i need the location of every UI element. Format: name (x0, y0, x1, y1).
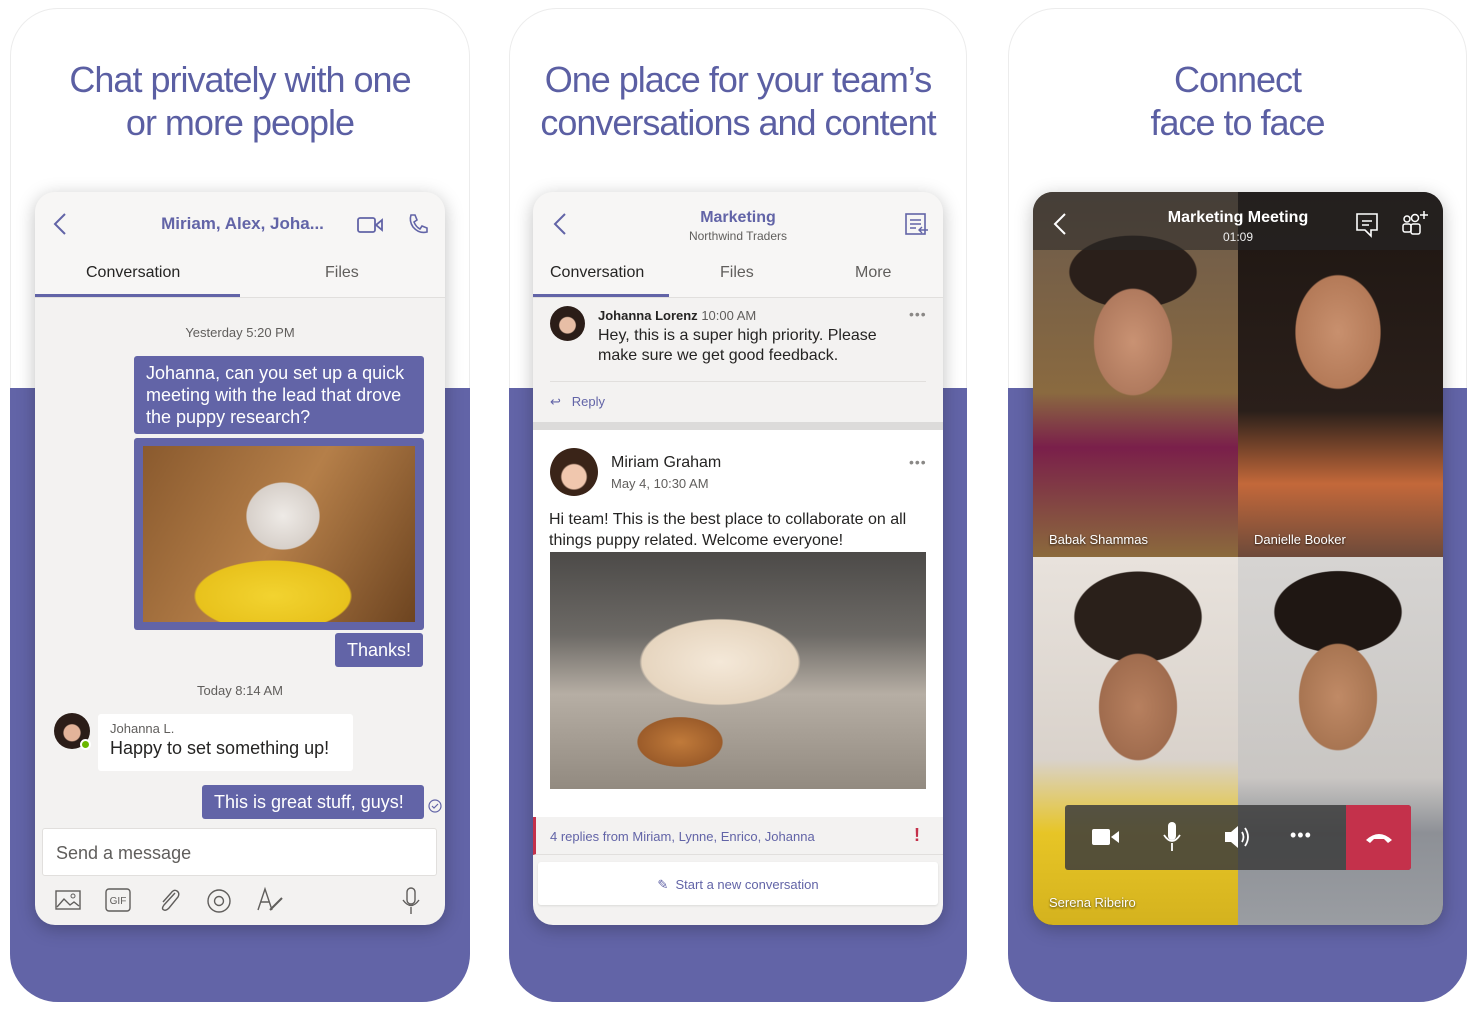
tab-files[interactable]: Files (325, 264, 359, 282)
participant-name: Babak Shammas (1049, 532, 1148, 547)
speaker-icon[interactable] (1223, 823, 1253, 851)
headline-line: Connect (1173, 59, 1302, 100)
post-header: Johanna Lorenz 10:00 AM (598, 308, 756, 323)
panel-chat: Chat privately with one or more people M… (10, 8, 470, 1002)
received-message: Johanna L. Happy to set something up! (98, 714, 353, 771)
message-text: Happy to set something up! (110, 738, 330, 758)
mic-icon[interactable] (401, 887, 421, 915)
mention-icon[interactable] (206, 888, 232, 914)
meeting-header: Marketing Meeting 01:09 (1033, 192, 1443, 250)
priority-icon: ! (914, 825, 920, 845)
channel-header: Marketing Northwind Traders Conversation… (533, 192, 943, 298)
reply-label: Reply (571, 394, 605, 409)
panel-meeting: Connect face to face Babak Shammas Danie… (1008, 8, 1467, 1002)
sent-message: Thanks! (335, 633, 424, 667)
timestamp: Today 8:14 AM (197, 683, 283, 698)
phone-screen-channel: Marketing Northwind Traders Conversation… (533, 192, 943, 925)
chat-header: Miriam, Alex, Joha... Conversation Files (35, 192, 445, 298)
tab-conversation[interactable]: Conversation (86, 264, 180, 282)
reply-button[interactable]: ↩ Reply (550, 394, 605, 410)
message-author: Johanna L. (110, 721, 175, 736)
dog-photo[interactable] (143, 446, 415, 622)
headline: Connect face to face (1008, 58, 1467, 144)
add-participant-icon[interactable] (1401, 210, 1429, 236)
channel-post: Miriam Graham May 4, 10:30 AM ••• Hi tea… (533, 430, 943, 817)
sent-image-message (134, 438, 424, 630)
phone-screen-chat: Miriam, Alex, Joha... Conversation Files… (35, 192, 445, 925)
replies-text: 4 replies from Miriam, Lynne, Enrico, Jo… (550, 829, 815, 844)
headline-line: Chat privately with one (69, 59, 411, 100)
hang-up-button[interactable] (1346, 805, 1411, 870)
sent-message: Johanna, can you set up a quick meeting … (134, 356, 424, 434)
post-time: May 4, 10:30 AM (611, 476, 709, 491)
divider (550, 381, 926, 382)
read-receipt-icon (428, 799, 442, 813)
attach-icon[interactable] (157, 887, 181, 913)
active-tab-indicator (35, 294, 240, 297)
separator (533, 422, 943, 430)
gif-icon[interactable]: GIF (105, 888, 131, 912)
panel-channel: One place for your team’s conversations … (509, 8, 967, 1002)
sent-message: This is great stuff, guys! (202, 785, 424, 819)
headline-line: conversations and content (540, 102, 936, 143)
video-call-icon[interactable] (357, 216, 383, 234)
format-icon[interactable] (256, 886, 284, 914)
participant-name: Serena Ribeiro (1049, 895, 1136, 910)
thread-post: Johanna Lorenz 10:00 AM Hey, this is a s… (533, 298, 943, 422)
headline-line: One place for your team’s (544, 59, 933, 100)
headline: Chat privately with one or more people (10, 58, 470, 144)
channel-title: Marketing (700, 209, 776, 226)
team-name: Northwind Traders (688, 229, 788, 243)
tab-conversation[interactable]: Conversation (550, 264, 644, 282)
phone-screen-meeting: Babak Shammas Danielle Booker Serena Rib… (1033, 192, 1443, 925)
headline: One place for your team’s conversations … (509, 58, 967, 144)
replies-summary[interactable]: 4 replies from Miriam, Lynne, Enrico, Jo… (533, 817, 943, 855)
compose-icon: ✎ (657, 877, 676, 892)
headline-line: face to face (1150, 102, 1325, 143)
timestamp: Yesterday 5:20 PM (185, 325, 295, 340)
new-conversation-button[interactable]: ✎ Start a new conversation (538, 862, 938, 905)
active-tab-indicator (533, 294, 669, 297)
new-conversation-label: Start a new conversation (675, 877, 819, 892)
mic-icon[interactable] (1162, 821, 1182, 853)
meeting-duration: 01:09 (1222, 230, 1254, 244)
svg-text:GIF: GIF (110, 896, 127, 907)
phone-call-icon[interactable] (407, 213, 429, 235)
reply-arrow-icon: ↩ (550, 394, 561, 409)
call-controls: ••• (1065, 805, 1411, 870)
image-icon[interactable] (55, 890, 81, 910)
post-author: Johanna Lorenz (598, 308, 698, 323)
avatar[interactable] (550, 306, 585, 341)
participant-name: Danielle Booker (1254, 532, 1346, 547)
post-author: Miriam Graham (611, 454, 722, 471)
tab-more[interactable]: More (855, 264, 891, 282)
more-icon[interactable]: ••• (1290, 825, 1312, 846)
tab-files[interactable]: Files (720, 264, 754, 282)
chat-icon[interactable] (1355, 212, 1379, 238)
message-input[interactable]: Send a message (42, 828, 437, 876)
hang-up-icon (1366, 834, 1392, 843)
post-time: 10:00 AM (701, 308, 757, 323)
headline-line: or more people (125, 102, 355, 143)
more-options-icon[interactable]: ••• (909, 306, 927, 322)
more-options-icon[interactable]: ••• (909, 454, 927, 470)
meeting-title: Marketing Meeting (1167, 209, 1309, 226)
chat-title[interactable]: Miriam, Alex, Joha... (35, 214, 375, 234)
avatar[interactable] (550, 448, 598, 496)
channel-info-icon[interactable] (903, 211, 929, 237)
post-text: Hi team! This is the best place to colla… (549, 511, 907, 549)
post-text: Hey, this is a super high priority. Plea… (598, 327, 877, 364)
sleeping-dog-photo[interactable] (550, 552, 926, 789)
presence-available-icon (80, 739, 91, 750)
video-icon[interactable] (1091, 827, 1121, 847)
